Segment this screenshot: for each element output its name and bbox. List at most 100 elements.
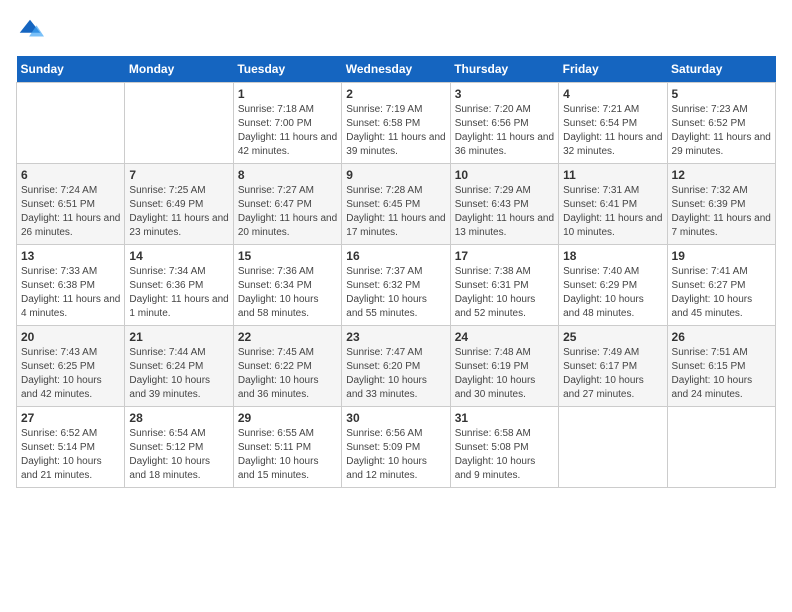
day-info: Sunrise: 7:25 AM Sunset: 6:49 PM Dayligh… (129, 184, 228, 240)
header-day: Tuesday (233, 56, 341, 83)
calendar-cell: 14 Sunrise: 7:34 AM Sunset: 6:36 PM Dayli… (125, 245, 233, 326)
calendar-cell: 6Sunrise: 7:24 AM Sunset: 6:51 PM Daylig… (17, 164, 125, 245)
header-day: Sunday (17, 56, 125, 83)
day-info: Sunrise: 6:56 AM Sunset: 5:09 PM Dayligh… (346, 427, 445, 483)
day-info: Sunrise: 7:43 AM Sunset: 6:25 PM Dayligh… (21, 346, 120, 402)
calendar-cell: 23Sunrise: 7:47 AM Sunset: 6:20 PM Dayli… (342, 326, 450, 407)
calendar-cell: 19Sunrise: 7:41 AM Sunset: 6:27 PM Dayli… (667, 245, 775, 326)
header-day: Thursday (450, 56, 558, 83)
calendar-cell: 2 Sunrise: 7:19 AM Sunset: 6:58 PM Daylig… (342, 83, 450, 164)
day-number: 30 (346, 411, 445, 425)
day-number: 4 (563, 87, 662, 101)
calendar-header: SundayMondayTuesdayWednesdayThursdayFrid… (17, 56, 776, 83)
day-number: 3 (455, 87, 554, 101)
day-number: 27 (21, 411, 120, 425)
calendar-cell: 21 Sunrise: 7:44 AM Sunset: 6:24 PM Dayli… (125, 326, 233, 407)
day-number: 25 (563, 330, 662, 344)
calendar-cell: 16 Sunrise: 7:37 AM Sunset: 6:32 PM Dayli… (342, 245, 450, 326)
calendar-cell: 26Sunrise: 7:51 AM Sunset: 6:15 PM Dayli… (667, 326, 775, 407)
day-info: Sunrise: 7:45 AM Sunset: 6:22 PM Dayligh… (238, 346, 337, 402)
logo-icon (16, 16, 44, 44)
calendar-cell (125, 83, 233, 164)
day-number: 8 (238, 168, 337, 182)
day-info: Sunrise: 7:24 AM Sunset: 6:51 PM Dayligh… (21, 184, 120, 240)
day-info: Sunrise: 7:19 AM Sunset: 6:58 PM Dayligh… (346, 103, 445, 159)
calendar-week: 1Sunrise: 7:18 AM Sunset: 7:00 PM Daylig… (17, 83, 776, 164)
day-number: 19 (672, 249, 771, 263)
calendar-cell: 27 Sunrise: 6:52 AM Sunset: 5:14 PM Dayli… (17, 407, 125, 488)
day-info: Sunrise: 7:21 AM Sunset: 6:54 PM Dayligh… (563, 103, 662, 159)
header-day: Friday (559, 56, 667, 83)
day-number: 20 (21, 330, 120, 344)
calendar-cell: 24 Sunrise: 7:48 AM Sunset: 6:19 PM Dayli… (450, 326, 558, 407)
calendar-week: 20 Sunrise: 7:43 AM Sunset: 6:25 PM Dayli… (17, 326, 776, 407)
calendar-cell (559, 407, 667, 488)
day-number: 7 (129, 168, 228, 182)
header-day: Saturday (667, 56, 775, 83)
day-info: Sunrise: 7:38 AM Sunset: 6:31 PM Dayligh… (455, 265, 554, 321)
calendar-cell: 9Sunrise: 7:28 AM Sunset: 6:45 PM Daylig… (342, 164, 450, 245)
calendar-cell: 29 Sunrise: 6:55 AM Sunset: 5:11 PM Dayli… (233, 407, 341, 488)
day-info: Sunrise: 6:52 AM Sunset: 5:14 PM Dayligh… (21, 427, 120, 483)
day-number: 11 (563, 168, 662, 182)
day-info: Sunrise: 7:44 AM Sunset: 6:24 PM Dayligh… (129, 346, 228, 402)
day-info: Sunrise: 7:40 AM Sunset: 6:29 PM Dayligh… (563, 265, 662, 321)
day-info: Sunrise: 7:20 AM Sunset: 6:56 PM Dayligh… (455, 103, 554, 159)
day-number: 5 (672, 87, 771, 101)
day-info: Sunrise: 7:27 AM Sunset: 6:47 PM Dayligh… (238, 184, 337, 240)
day-number: 15 (238, 249, 337, 263)
calendar-cell (667, 407, 775, 488)
calendar-cell: 28 Sunrise: 6:54 AM Sunset: 5:12 PM Dayli… (125, 407, 233, 488)
day-number: 22 (238, 330, 337, 344)
calendar-cell: 13 Sunrise: 7:33 AM Sunset: 6:38 PM Dayli… (17, 245, 125, 326)
calendar-cell: 1Sunrise: 7:18 AM Sunset: 7:00 PM Daylig… (233, 83, 341, 164)
logo (16, 16, 48, 44)
day-number: 29 (238, 411, 337, 425)
calendar-cell: 8 Sunrise: 7:27 AM Sunset: 6:47 PM Daylig… (233, 164, 341, 245)
day-number: 10 (455, 168, 554, 182)
calendar-cell: 11Sunrise: 7:31 AM Sunset: 6:41 PM Dayli… (559, 164, 667, 245)
page-header (16, 16, 776, 44)
day-info: Sunrise: 7:29 AM Sunset: 6:43 PM Dayligh… (455, 184, 554, 240)
day-number: 16 (346, 249, 445, 263)
calendar-week: 6Sunrise: 7:24 AM Sunset: 6:51 PM Daylig… (17, 164, 776, 245)
day-info: Sunrise: 7:32 AM Sunset: 6:39 PM Dayligh… (672, 184, 771, 240)
header-day: Wednesday (342, 56, 450, 83)
calendar-cell: 25Sunrise: 7:49 AM Sunset: 6:17 PM Dayli… (559, 326, 667, 407)
day-number: 21 (129, 330, 228, 344)
calendar-cell: 20 Sunrise: 7:43 AM Sunset: 6:25 PM Dayli… (17, 326, 125, 407)
day-info: Sunrise: 7:37 AM Sunset: 6:32 PM Dayligh… (346, 265, 445, 321)
day-info: Sunrise: 7:34 AM Sunset: 6:36 PM Dayligh… (129, 265, 228, 321)
header-day: Monday (125, 56, 233, 83)
day-number: 31 (455, 411, 554, 425)
calendar-cell: 15 Sunrise: 7:36 AM Sunset: 6:34 PM Dayli… (233, 245, 341, 326)
calendar-cell: 3 Sunrise: 7:20 AM Sunset: 6:56 PM Daylig… (450, 83, 558, 164)
calendar-cell: 4 Sunrise: 7:21 AM Sunset: 6:54 PM Daylig… (559, 83, 667, 164)
day-info: Sunrise: 7:47 AM Sunset: 6:20 PM Dayligh… (346, 346, 445, 402)
day-number: 2 (346, 87, 445, 101)
calendar-cell (17, 83, 125, 164)
calendar-cell: 12Sunrise: 7:32 AM Sunset: 6:39 PM Dayli… (667, 164, 775, 245)
calendar-cell: 5 Sunrise: 7:23 AM Sunset: 6:52 PM Daylig… (667, 83, 775, 164)
day-number: 24 (455, 330, 554, 344)
calendar-cell: 31 Sunrise: 6:58 AM Sunset: 5:08 PM Dayli… (450, 407, 558, 488)
day-number: 17 (455, 249, 554, 263)
day-info: Sunrise: 6:58 AM Sunset: 5:08 PM Dayligh… (455, 427, 554, 483)
day-info: Sunrise: 6:55 AM Sunset: 5:11 PM Dayligh… (238, 427, 337, 483)
day-info: Sunrise: 6:54 AM Sunset: 5:12 PM Dayligh… (129, 427, 228, 483)
day-info: Sunrise: 7:33 AM Sunset: 6:38 PM Dayligh… (21, 265, 120, 321)
day-info: Sunrise: 7:28 AM Sunset: 6:45 PM Dayligh… (346, 184, 445, 240)
day-info: Sunrise: 7:48 AM Sunset: 6:19 PM Dayligh… (455, 346, 554, 402)
day-number: 13 (21, 249, 120, 263)
day-number: 14 (129, 249, 228, 263)
calendar-cell: 17 Sunrise: 7:38 AM Sunset: 6:31 PM Dayli… (450, 245, 558, 326)
calendar-table: SundayMondayTuesdayWednesdayThursdayFrid… (16, 56, 776, 488)
day-info: Sunrise: 7:23 AM Sunset: 6:52 PM Dayligh… (672, 103, 771, 159)
day-info: Sunrise: 7:51 AM Sunset: 6:15 PM Dayligh… (672, 346, 771, 402)
calendar-body: 1Sunrise: 7:18 AM Sunset: 7:00 PM Daylig… (17, 83, 776, 488)
header-row: SundayMondayTuesdayWednesdayThursdayFrid… (17, 56, 776, 83)
day-number: 28 (129, 411, 228, 425)
calendar-cell: 10 Sunrise: 7:29 AM Sunset: 6:43 PM Dayli… (450, 164, 558, 245)
calendar-cell: 30 Sunrise: 6:56 AM Sunset: 5:09 PM Dayli… (342, 407, 450, 488)
day-info: Sunrise: 7:36 AM Sunset: 6:34 PM Dayligh… (238, 265, 337, 321)
